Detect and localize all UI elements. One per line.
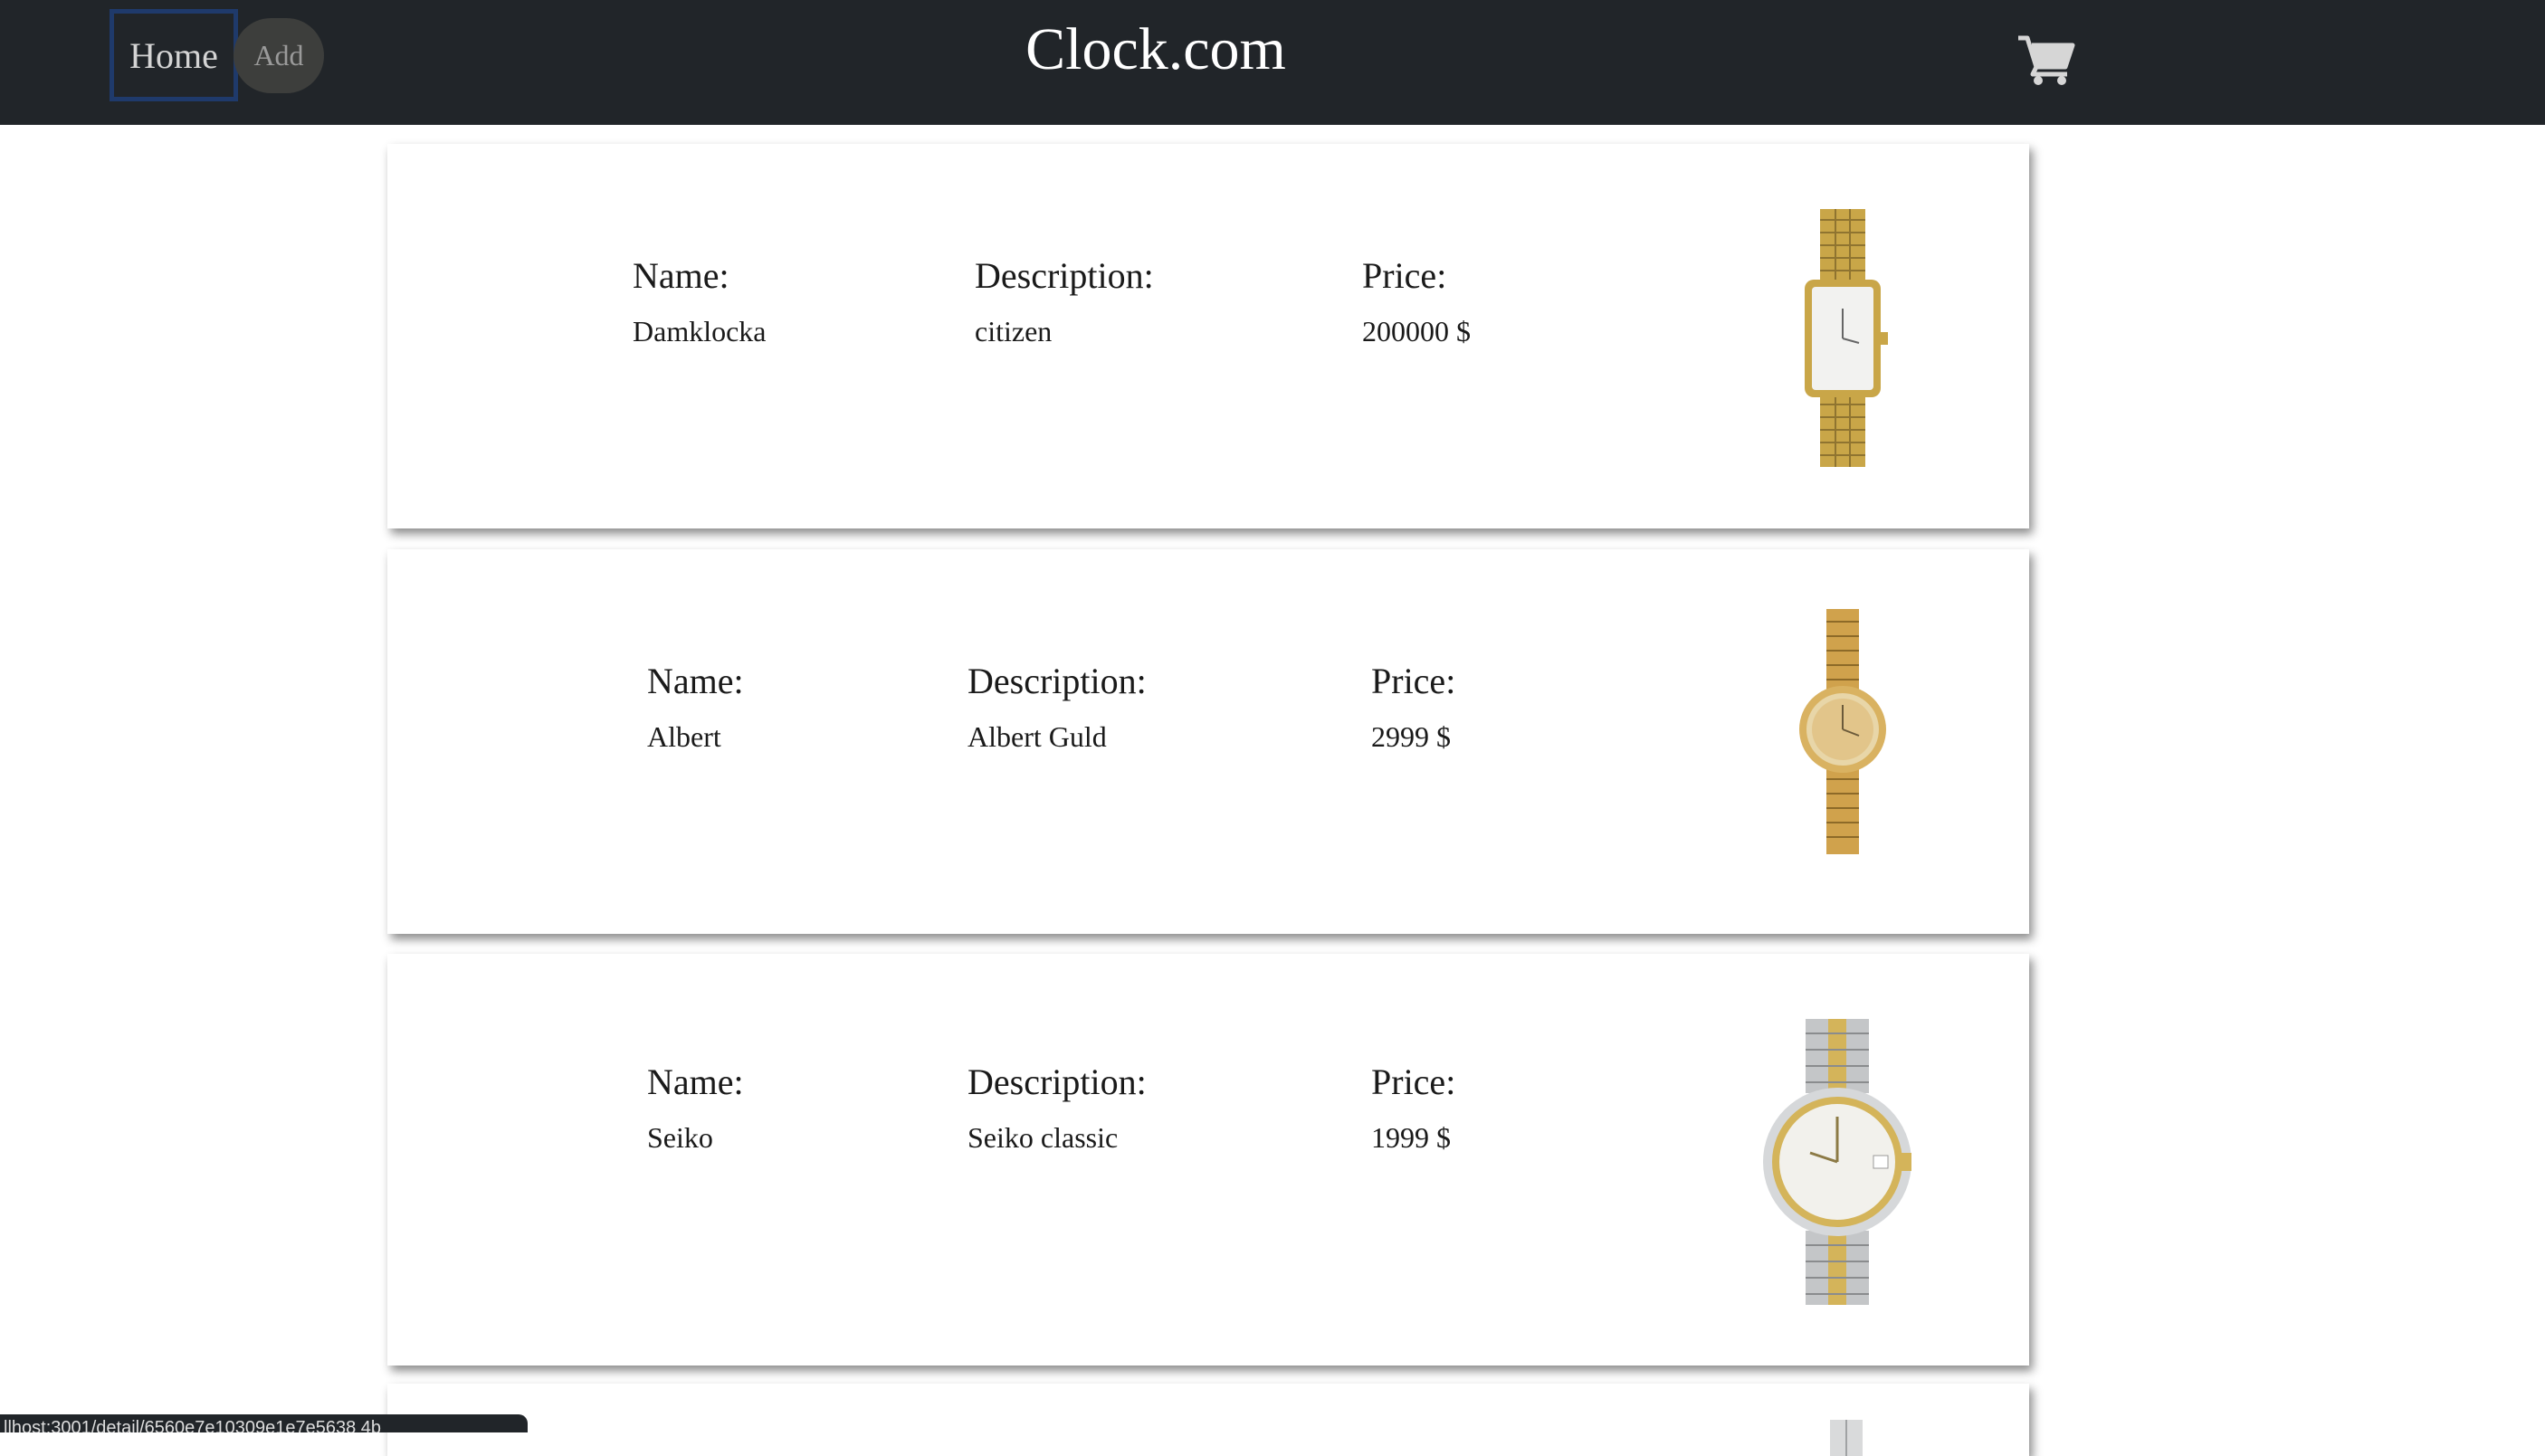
product-image[interactable] bbox=[1756, 1017, 1919, 1307]
product-card[interactable] bbox=[387, 1384, 2029, 1456]
description-label: Description: bbox=[967, 661, 1147, 701]
shopping-cart-icon[interactable] bbox=[2016, 33, 2076, 87]
name-label: Name: bbox=[647, 661, 744, 701]
product-image[interactable] bbox=[1810, 1416, 1883, 1456]
price-label: Price: bbox=[1362, 255, 1447, 296]
site-brand[interactable]: Clock.com bbox=[975, 11, 1337, 89]
price-label: Price: bbox=[1371, 661, 1456, 701]
nav-add-link[interactable]: Add bbox=[234, 18, 324, 93]
product-image[interactable] bbox=[1788, 607, 1897, 856]
product-card[interactable]: Name: Damklocka Description: citizen Pri… bbox=[387, 144, 2029, 528]
product-description: citizen bbox=[975, 315, 1053, 347]
nav-home-link[interactable]: Home bbox=[110, 9, 238, 101]
product-price: 200000 $ bbox=[1362, 315, 1471, 347]
product-description: Albert Guld bbox=[967, 720, 1107, 753]
price-label: Price: bbox=[1371, 1061, 1456, 1102]
navbar: Home Add Clock.com bbox=[0, 0, 2545, 125]
product-card[interactable]: Name: Albert Description: Albert Guld Pr… bbox=[387, 549, 2029, 934]
product-name: Albert bbox=[647, 720, 721, 753]
name-label: Name: bbox=[647, 1061, 744, 1102]
product-image[interactable] bbox=[1788, 207, 1897, 470]
product-name: Seiko bbox=[647, 1121, 713, 1154]
name-label: Name: bbox=[633, 255, 729, 296]
status-bar-url: llhost:3001/detail/6560e7e10309e1e7e5638… bbox=[0, 1414, 528, 1432]
description-label: Description: bbox=[975, 255, 1154, 296]
product-description: Seiko classic bbox=[967, 1121, 1119, 1154]
product-card[interactable]: Name: Seiko Description: Seiko classic P… bbox=[387, 954, 2029, 1366]
product-name: Damklocka bbox=[633, 315, 767, 347]
product-price: 1999 $ bbox=[1371, 1121, 1451, 1154]
description-label: Description: bbox=[967, 1061, 1147, 1102]
product-price: 2999 $ bbox=[1371, 720, 1451, 753]
